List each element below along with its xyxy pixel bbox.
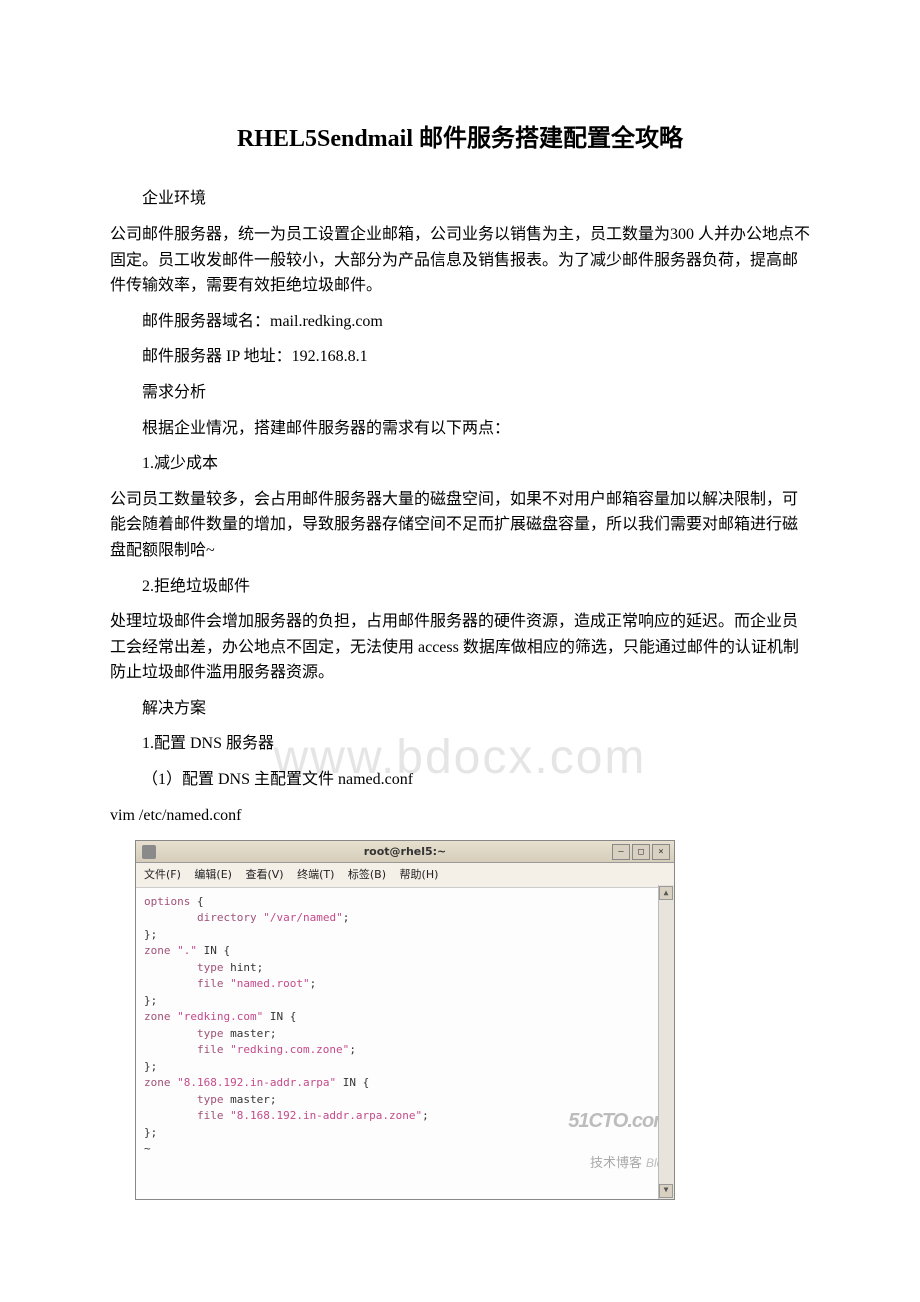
- code-token: file: [144, 1109, 230, 1122]
- terminal-content[interactable]: options { directory "/var/named"; }; zon…: [136, 888, 674, 1199]
- brand-big: 51CTO.com: [568, 1110, 670, 1132]
- code-token: type: [144, 961, 230, 974]
- code-token: ;: [310, 977, 317, 990]
- window-titlebar[interactable]: root@rhel5:~ – □ ×: [136, 841, 674, 863]
- brand-small: 技术博客: [590, 1155, 642, 1170]
- body-text: 邮件服务器域名：mail.redking.com: [110, 309, 810, 335]
- code-token: "8.168.192.in-addr.arpa": [177, 1076, 336, 1089]
- section-heading: 解决方案: [110, 696, 810, 722]
- code-token: "/var/named": [263, 911, 342, 924]
- scroll-up-icon[interactable]: ▲: [659, 886, 673, 900]
- code-token: "8.168.192.in-addr.arpa.zone": [230, 1109, 422, 1122]
- code-token: hint: [230, 961, 257, 974]
- code-token: ~: [144, 1142, 151, 1155]
- code-token: master: [230, 1027, 270, 1040]
- code-token: zone: [144, 1076, 177, 1089]
- body-text: 公司邮件服务器，统一为员工设置企业邮箱，公司业务以销售为主，员工数量为300 人…: [110, 222, 810, 299]
- list-item: 1.减少成本: [110, 451, 810, 477]
- code-token: };: [144, 994, 157, 1007]
- code-token: ;: [343, 911, 350, 924]
- body-text: 处理垃圾邮件会增加服务器的负担，占用邮件服务器的硬件资源，造成正常响应的延迟。而…: [110, 609, 810, 686]
- menu-file[interactable]: 文件(F): [144, 868, 181, 881]
- code-token: ;: [270, 1027, 277, 1040]
- code-token: zone: [144, 944, 177, 957]
- code-token: };: [144, 1060, 157, 1073]
- code-token: };: [144, 928, 157, 941]
- code-token: "redking.com": [177, 1010, 263, 1023]
- menu-edit[interactable]: 编辑(E): [194, 868, 232, 881]
- code-token: {: [190, 895, 203, 908]
- minimize-button[interactable]: –: [612, 844, 630, 860]
- body-text: 公司员工数量较多，会占用邮件服务器大量的磁盘空间，如果不对用户邮箱容量加以解决限…: [110, 487, 810, 564]
- code-token: ;: [270, 1093, 277, 1106]
- code-token: };: [144, 1126, 157, 1139]
- body-text: 根据企业情况，搭建邮件服务器的需求有以下两点：: [110, 416, 810, 442]
- code-command: vim /etc/named.conf: [110, 803, 810, 829]
- body-text: 邮件服务器 IP 地址：192.168.8.1: [110, 344, 810, 370]
- list-item: 1.配置 DNS 服务器: [110, 731, 810, 757]
- code-token: type: [144, 1027, 230, 1040]
- code-token: file: [144, 1043, 230, 1056]
- menu-terminal[interactable]: 终端(T): [297, 868, 334, 881]
- maximize-button[interactable]: □: [632, 844, 650, 860]
- list-item: （1）配置 DNS 主配置文件 named.conf: [110, 767, 810, 793]
- code-token: directory: [144, 911, 263, 924]
- code-token: ".": [177, 944, 197, 957]
- code-token: ;: [349, 1043, 356, 1056]
- watermark-brand: 51CTO.com 技术博客Blog: [568, 1086, 670, 1195]
- window-title: root@rhel5:~: [136, 843, 674, 861]
- scroll-down-icon[interactable]: ▼: [659, 1184, 673, 1198]
- section-heading: 企业环境: [110, 186, 810, 212]
- code-token: IN {: [336, 1076, 369, 1089]
- page-title: RHEL5Sendmail 邮件服务搭建配置全攻略: [110, 120, 810, 158]
- terminal-window: root@rhel5:~ – □ × 文件(F) 编辑(E) 查看(V) 终端(…: [135, 840, 675, 1200]
- code-token: ;: [422, 1109, 429, 1122]
- menu-tabs[interactable]: 标签(B): [348, 868, 386, 881]
- code-token: file: [144, 977, 230, 990]
- close-button[interactable]: ×: [652, 844, 670, 860]
- code-token: IN {: [197, 944, 230, 957]
- section-heading: 需求分析: [110, 380, 810, 406]
- code-token: "named.root": [230, 977, 309, 990]
- scrollbar[interactable]: ▲ ▼: [658, 885, 674, 1199]
- list-item: 2.拒绝垃圾邮件: [110, 574, 810, 600]
- menu-view[interactable]: 查看(V): [245, 868, 283, 881]
- code-token: type: [144, 1093, 230, 1106]
- code-token: IN {: [263, 1010, 296, 1023]
- menu-bar: 文件(F) 编辑(E) 查看(V) 终端(T) 标签(B) 帮助(H): [136, 863, 674, 888]
- code-token: master: [230, 1093, 270, 1106]
- code-token: ;: [257, 961, 264, 974]
- code-token: options: [144, 895, 190, 908]
- menu-help[interactable]: 帮助(H): [400, 868, 439, 881]
- code-token: zone: [144, 1010, 177, 1023]
- code-token: "redking.com.zone": [230, 1043, 349, 1056]
